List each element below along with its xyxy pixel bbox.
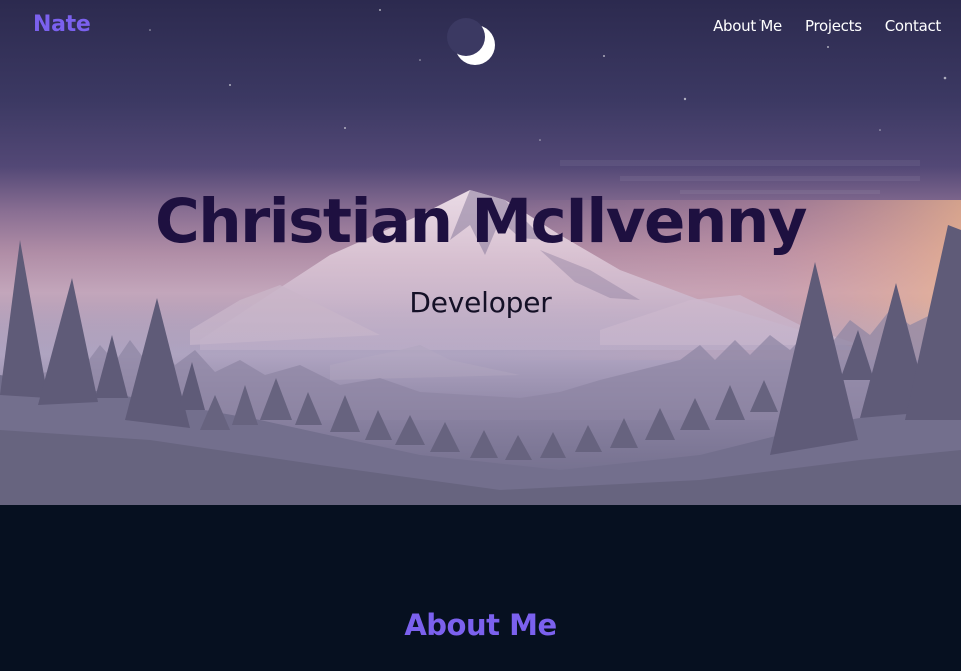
nav-link-contact[interactable]: Contact xyxy=(885,17,942,35)
nav-link-projects[interactable]: Projects xyxy=(805,17,862,35)
hero-name-heading: Christian McIlvenny xyxy=(154,186,808,257)
nav-links: About Me Projects Contact xyxy=(713,17,941,35)
hero-role-subtitle: Developer xyxy=(409,286,552,319)
about-section: About Me xyxy=(0,505,961,671)
brand-logo-link[interactable]: Nate xyxy=(33,12,91,37)
nav-link-about-me[interactable]: About Me xyxy=(713,17,782,35)
hero-section: Nate About Me Projects Contact Christian… xyxy=(0,0,961,505)
about-heading: About Me xyxy=(404,608,557,642)
top-navbar: Nate About Me Projects Contact xyxy=(0,0,961,56)
